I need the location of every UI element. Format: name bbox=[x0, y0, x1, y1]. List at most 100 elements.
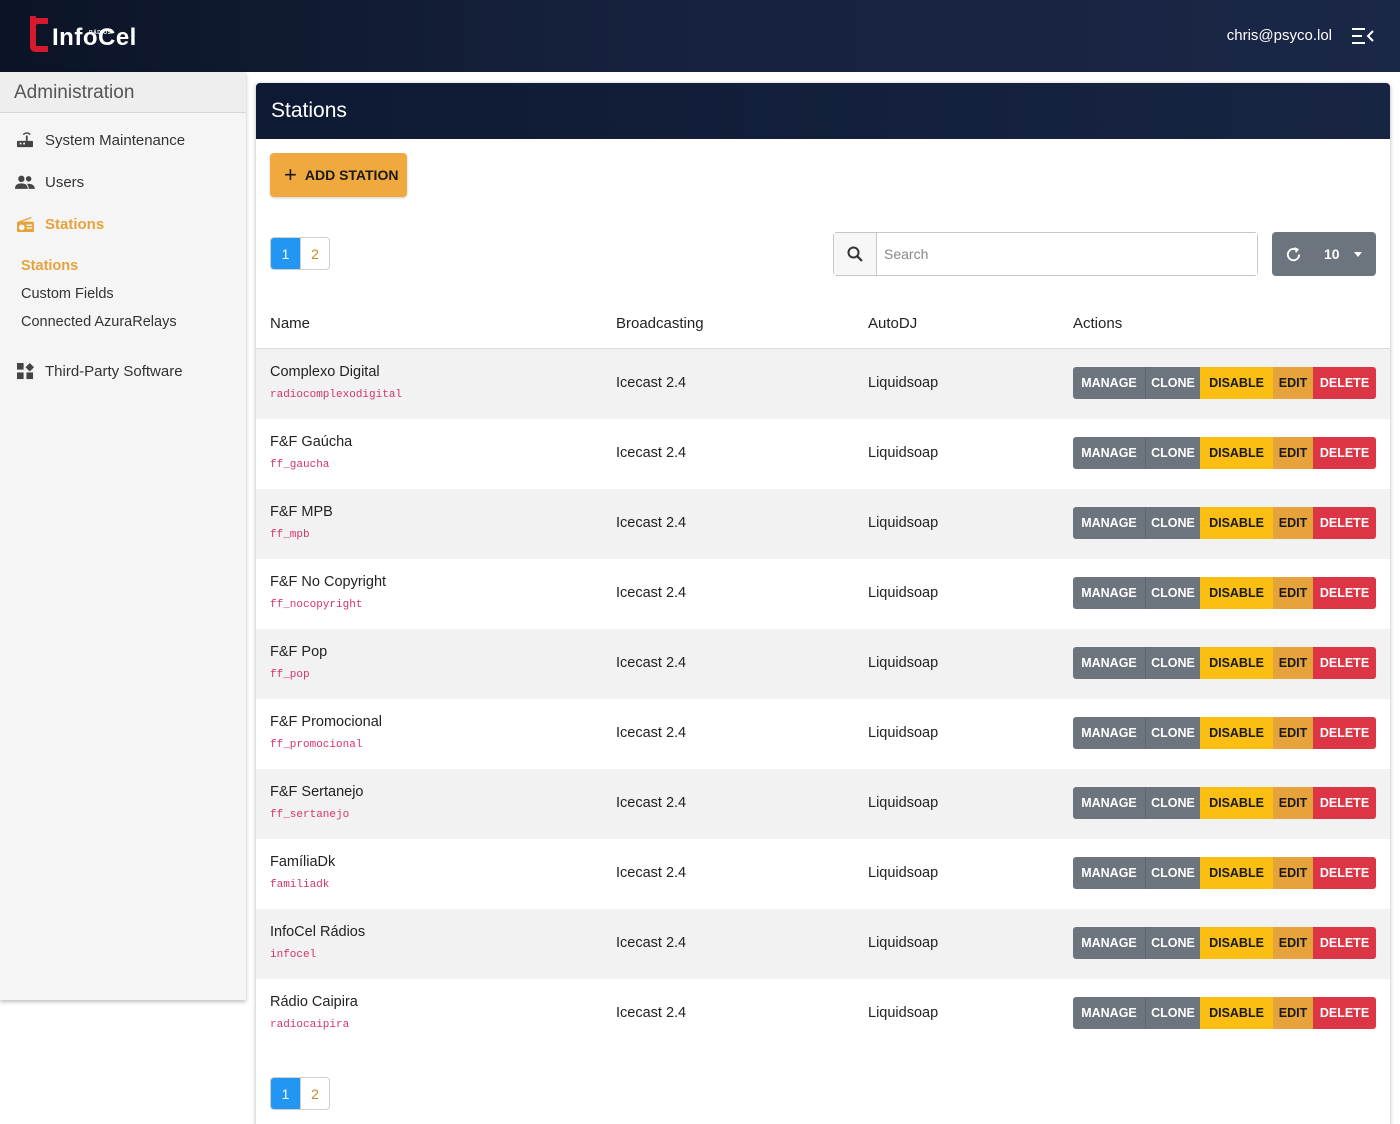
page-button-1[interactable]: 1 bbox=[271, 238, 300, 269]
add-station-button[interactable]: + ADD STATION bbox=[270, 153, 407, 197]
pagination-top: 1 2 bbox=[270, 237, 330, 270]
station-actions: MANAGE CLONE DISABLE EDIT DELETE bbox=[1073, 577, 1376, 609]
sidebar-item-system-maintenance[interactable]: System Maintenance bbox=[0, 119, 246, 161]
per-page-select[interactable]: 10 bbox=[1324, 246, 1340, 262]
edit-button[interactable]: EDIT bbox=[1273, 857, 1313, 889]
infocel-logo[interactable]: InfoCel bbox=[26, 16, 137, 54]
edit-button[interactable]: EDIT bbox=[1273, 927, 1313, 959]
table-row: F&F Sertanejo ff_sertanejo Icecast 2.4 L… bbox=[256, 769, 1390, 839]
menu-toggle-icon[interactable] bbox=[1352, 26, 1374, 46]
manage-button[interactable]: MANAGE bbox=[1073, 717, 1145, 749]
column-header-autodj[interactable]: AutoDJ bbox=[868, 315, 917, 332]
station-actions: MANAGE CLONE DISABLE EDIT DELETE bbox=[1073, 367, 1376, 399]
clone-button[interactable]: CLONE bbox=[1145, 437, 1200, 469]
edit-button[interactable]: EDIT bbox=[1273, 507, 1313, 539]
page-button-2[interactable]: 2 bbox=[300, 1078, 329, 1109]
manage-button[interactable]: MANAGE bbox=[1073, 787, 1145, 819]
delete-button[interactable]: DELETE bbox=[1313, 857, 1376, 889]
edit-button[interactable]: EDIT bbox=[1273, 997, 1313, 1029]
clone-button[interactable]: CLONE bbox=[1145, 717, 1200, 749]
station-broadcasting: Icecast 2.4 bbox=[616, 375, 687, 391]
disable-button[interactable]: DISABLE bbox=[1200, 927, 1273, 959]
delete-button[interactable]: DELETE bbox=[1313, 647, 1376, 679]
manage-button[interactable]: MANAGE bbox=[1073, 577, 1145, 609]
sidebar-item-users[interactable]: Users bbox=[0, 161, 246, 203]
station-short-name: ff_gaucha bbox=[270, 459, 330, 471]
station-broadcasting: Icecast 2.4 bbox=[616, 515, 687, 531]
clone-button[interactable]: CLONE bbox=[1145, 927, 1200, 959]
edit-button[interactable]: EDIT bbox=[1273, 577, 1313, 609]
clone-button[interactable]: CLONE bbox=[1145, 787, 1200, 819]
clone-button[interactable]: CLONE bbox=[1145, 507, 1200, 539]
station-broadcasting: Icecast 2.4 bbox=[616, 1005, 687, 1021]
edit-button[interactable]: EDIT bbox=[1273, 647, 1313, 679]
search-icon[interactable] bbox=[834, 233, 877, 275]
page-button-2[interactable]: 2 bbox=[300, 238, 329, 269]
manage-button[interactable]: MANAGE bbox=[1073, 857, 1145, 889]
disable-button[interactable]: DISABLE bbox=[1200, 857, 1273, 889]
station-autodj: Liquidsoap bbox=[868, 445, 939, 461]
table-row: F&F No Copyright ff_nocopyright Icecast … bbox=[256, 559, 1390, 629]
sidebar-subitem-custom-fields[interactable]: Custom Fields bbox=[21, 286, 114, 302]
edit-button[interactable]: EDIT bbox=[1273, 367, 1313, 399]
delete-button[interactable]: DELETE bbox=[1313, 577, 1376, 609]
station-name: F&F Gaúcha bbox=[270, 434, 353, 450]
disable-button[interactable]: DISABLE bbox=[1200, 647, 1273, 679]
station-autodj: Liquidsoap bbox=[868, 1005, 939, 1021]
station-name: F&F No Copyright bbox=[270, 574, 387, 590]
column-header-actions: Actions bbox=[1073, 315, 1123, 332]
manage-button[interactable]: MANAGE bbox=[1073, 437, 1145, 469]
disable-button[interactable]: DISABLE bbox=[1200, 577, 1273, 609]
column-header-broadcasting[interactable]: Broadcasting bbox=[616, 315, 704, 332]
clone-button[interactable]: CLONE bbox=[1145, 577, 1200, 609]
router-icon bbox=[14, 130, 36, 150]
search-input[interactable] bbox=[877, 233, 1257, 275]
sidebar-item-stations[interactable]: Stations bbox=[0, 203, 246, 245]
sidebar-item-label: System Maintenance bbox=[45, 131, 186, 149]
clone-button[interactable]: CLONE bbox=[1145, 857, 1200, 889]
disable-button[interactable]: DISABLE bbox=[1200, 367, 1273, 399]
sidebar-item-third-party-software[interactable]: Third-Party Software bbox=[0, 350, 246, 392]
delete-button[interactable]: DELETE bbox=[1313, 787, 1376, 819]
manage-button[interactable]: MANAGE bbox=[1073, 507, 1145, 539]
table-tools: 10 bbox=[1272, 232, 1376, 276]
sidebar-subitem-azurarelays[interactable]: Connected AzuraRelays bbox=[21, 314, 177, 330]
station-autodj: Liquidsoap bbox=[868, 795, 939, 811]
stations-card: Stations + ADD STATION 1 2 10 Name Broad… bbox=[256, 83, 1390, 1124]
manage-button[interactable]: MANAGE bbox=[1073, 997, 1145, 1029]
delete-button[interactable]: DELETE bbox=[1313, 717, 1376, 749]
delete-button[interactable]: DELETE bbox=[1313, 927, 1376, 959]
disable-button[interactable]: DISABLE bbox=[1200, 997, 1273, 1029]
disable-button[interactable]: DISABLE bbox=[1200, 787, 1273, 819]
station-short-name: radiocaipira bbox=[270, 1019, 350, 1031]
page-button-1[interactable]: 1 bbox=[271, 1078, 300, 1109]
station-name: Complexo Digital bbox=[270, 364, 380, 380]
disable-button[interactable]: DISABLE bbox=[1200, 507, 1273, 539]
table-row: Complexo Digital radiocomplexodigital Ic… bbox=[256, 349, 1390, 419]
station-name: F&F MPB bbox=[270, 504, 333, 520]
station-autodj: Liquidsoap bbox=[868, 585, 939, 601]
disable-button[interactable]: DISABLE bbox=[1200, 717, 1273, 749]
column-header-name[interactable]: Name bbox=[270, 315, 310, 332]
station-autodj: Liquidsoap bbox=[868, 375, 939, 391]
clone-button[interactable]: CLONE bbox=[1145, 997, 1200, 1029]
edit-button[interactable]: EDIT bbox=[1273, 717, 1313, 749]
delete-button[interactable]: DELETE bbox=[1313, 997, 1376, 1029]
table-row: FamíliaDk familiadk Icecast 2.4 Liquidso… bbox=[256, 839, 1390, 909]
manage-button[interactable]: MANAGE bbox=[1073, 927, 1145, 959]
disable-button[interactable]: DISABLE bbox=[1200, 437, 1273, 469]
delete-button[interactable]: DELETE bbox=[1313, 367, 1376, 399]
edit-button[interactable]: EDIT bbox=[1273, 787, 1313, 819]
delete-button[interactable]: DELETE bbox=[1313, 507, 1376, 539]
delete-button[interactable]: DELETE bbox=[1313, 437, 1376, 469]
clone-button[interactable]: CLONE bbox=[1145, 647, 1200, 679]
chevron-down-icon[interactable] bbox=[1353, 251, 1362, 257]
edit-button[interactable]: EDIT bbox=[1273, 437, 1313, 469]
manage-button[interactable]: MANAGE bbox=[1073, 647, 1145, 679]
manage-button[interactable]: MANAGE bbox=[1073, 367, 1145, 399]
sidebar-subitem-stations[interactable]: Stations bbox=[21, 258, 78, 274]
station-short-name: radiocomplexodigital bbox=[270, 389, 403, 401]
user-email[interactable]: chris@psyco.lol bbox=[1227, 27, 1332, 44]
clone-button[interactable]: CLONE bbox=[1145, 367, 1200, 399]
refresh-icon[interactable] bbox=[1272, 232, 1314, 276]
